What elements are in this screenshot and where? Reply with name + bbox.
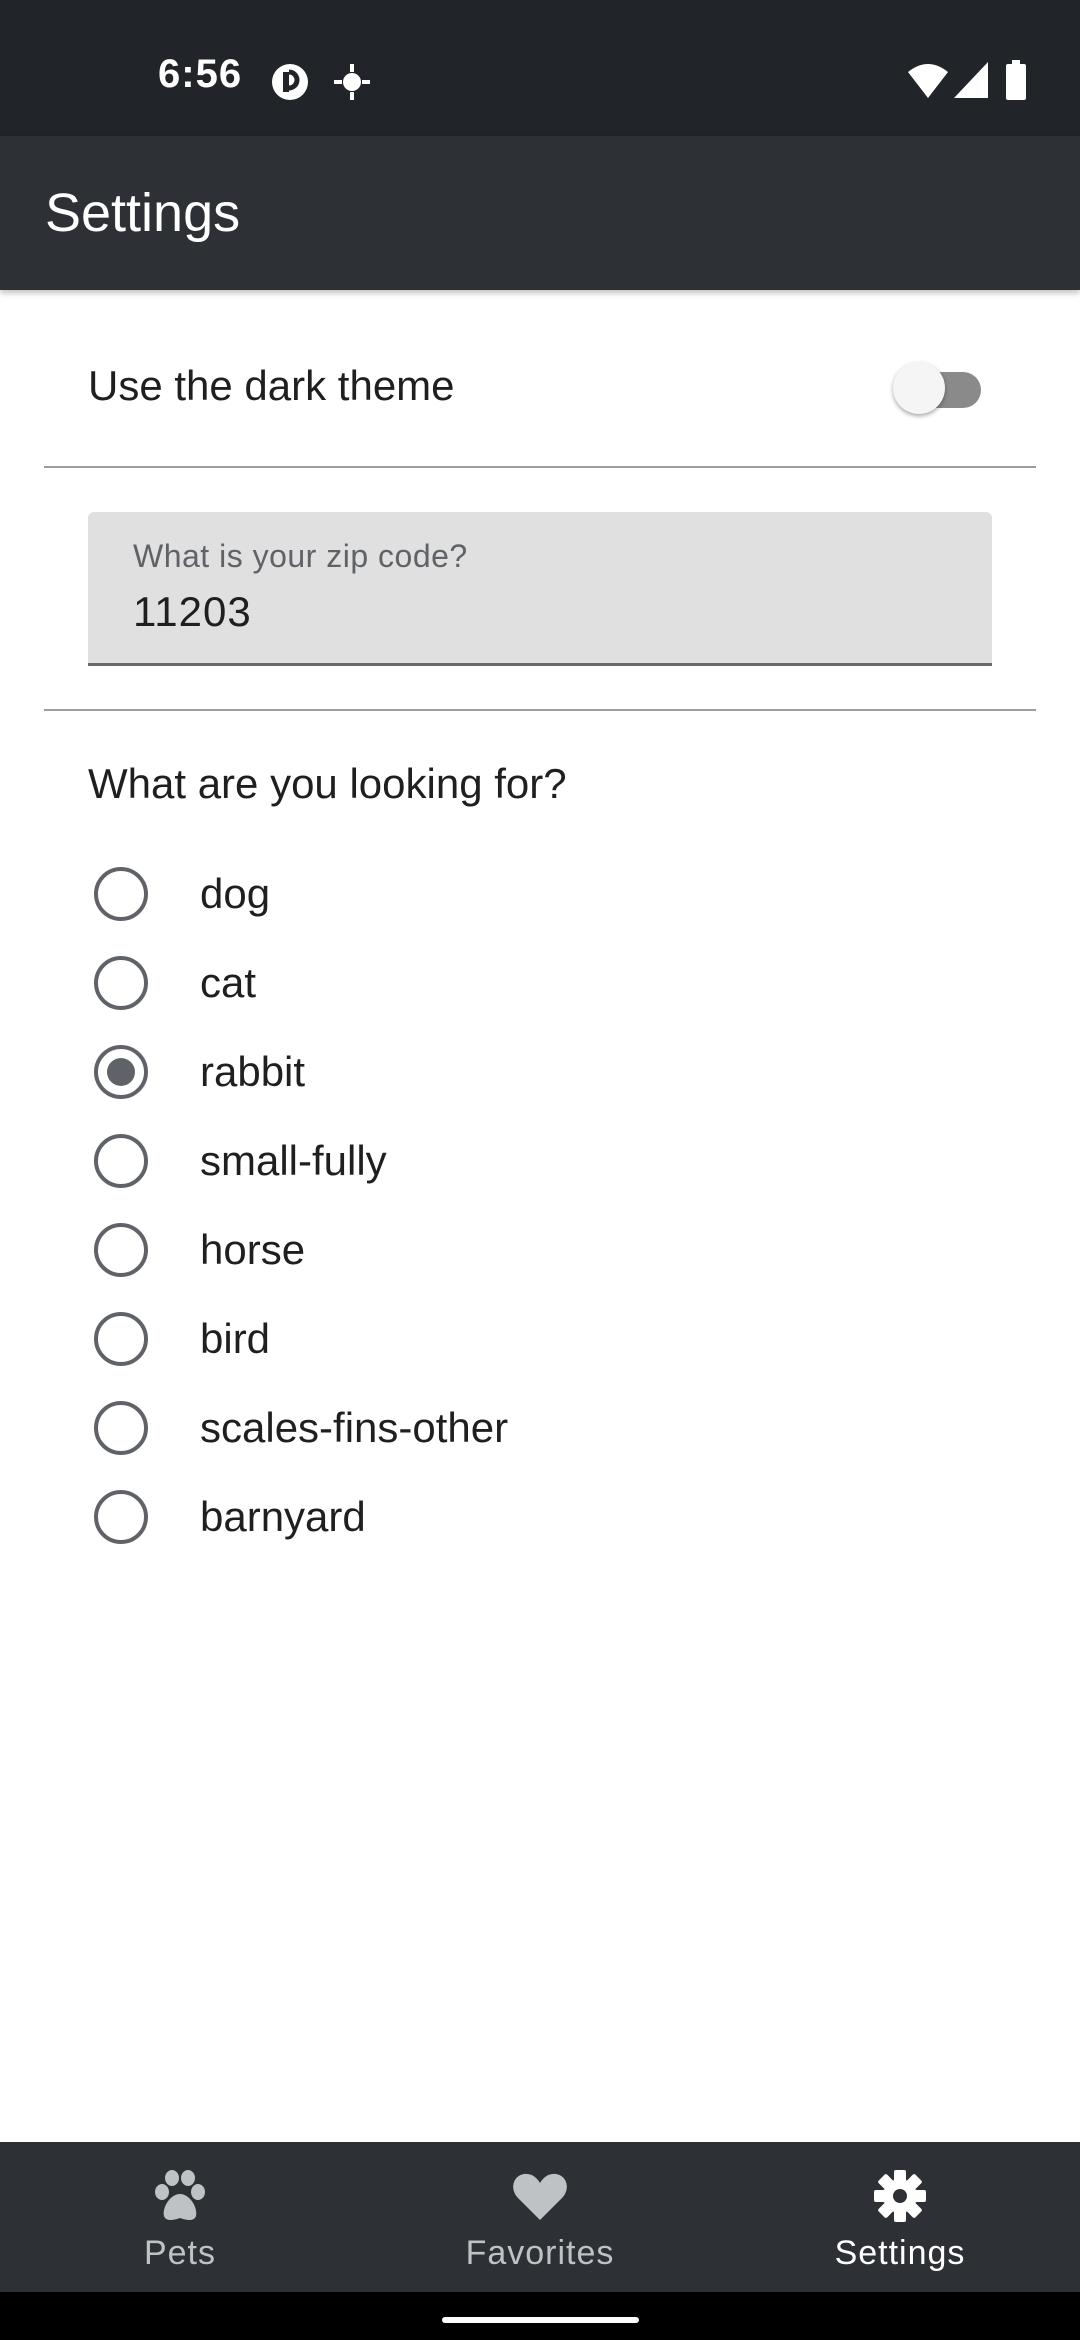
radio-option-dog[interactable]: dog [0,850,1080,939]
pocket-casts-icon [270,62,310,107]
gesture-navigation-area [0,2292,1080,2340]
nav-item-pets[interactable]: Pets [0,2142,360,2292]
radio-button-selected[interactable] [94,1045,148,1099]
status-bar: 6:56 [0,0,1080,136]
gear-icon [870,2168,930,2224]
dark-theme-switch[interactable] [893,362,987,414]
radio-button[interactable] [94,956,148,1010]
heart-icon [510,2168,570,2224]
radio-label: barnyard [200,1493,366,1540]
radio-label: small-fully [200,1137,387,1184]
radio-label: dog [200,870,271,917]
divider [44,466,1036,468]
cell-signal-icon [954,62,988,103]
radio-option-rabbit[interactable]: rabbit [0,1028,1080,1117]
radio-button[interactable] [94,1401,148,1455]
radio-option-barnyard[interactable]: barnyard [0,1473,1080,1562]
radio-label: bird [200,1315,271,1362]
wifi-icon [906,62,950,105]
zip-code-field[interactable]: What is your zip code? 11203 [88,512,992,666]
divider [44,709,1036,711]
paw-icon [150,2168,210,2224]
radio-label: horse [200,1226,306,1273]
radio-option-scales-fins-other[interactable]: scales-fins-other [0,1384,1080,1473]
location-crosshair-icon [332,62,372,107]
radio-button[interactable] [94,867,148,921]
nav-item-favorites[interactable]: Favorites [360,2142,720,2292]
looking-for-question: What are you looking for? [88,760,567,807]
radio-label: rabbit [200,1048,306,1095]
radio-button[interactable] [94,1312,148,1366]
nav-label: Pets [143,2234,217,2272]
page-title: Settings [45,183,241,243]
radio-option-horse[interactable]: horse [0,1206,1080,1295]
radio-option-small-fully[interactable]: small-fully [0,1117,1080,1206]
home-gesture-handle[interactable] [442,2317,639,2323]
dark-theme-row[interactable]: Use the dark theme [0,290,1080,468]
nav-label: Favorites [465,2234,615,2272]
radio-label: cat [200,959,257,1006]
battery-icon [1006,60,1026,105]
radio-button[interactable] [94,1134,148,1188]
radio-button[interactable] [94,1223,148,1277]
status-time: 6:56 [158,52,243,96]
radio-option-cat[interactable]: cat [0,939,1080,1028]
switch-thumb [893,362,945,414]
zip-code-label: What is your zip code? [133,538,468,574]
radio-button[interactable] [94,1490,148,1544]
nav-item-settings[interactable]: Settings [720,2142,1080,2292]
zip-code-input[interactable]: 11203 [133,588,252,636]
app-bar: Settings [0,136,1080,290]
nav-label: Settings [834,2234,966,2272]
bottom-navigation: Pets Favorites Settings [0,2142,1080,2292]
dark-theme-label: Use the dark theme [88,362,455,409]
radio-option-bird[interactable]: bird [0,1295,1080,1384]
radio-label: scales-fins-other [200,1404,509,1451]
